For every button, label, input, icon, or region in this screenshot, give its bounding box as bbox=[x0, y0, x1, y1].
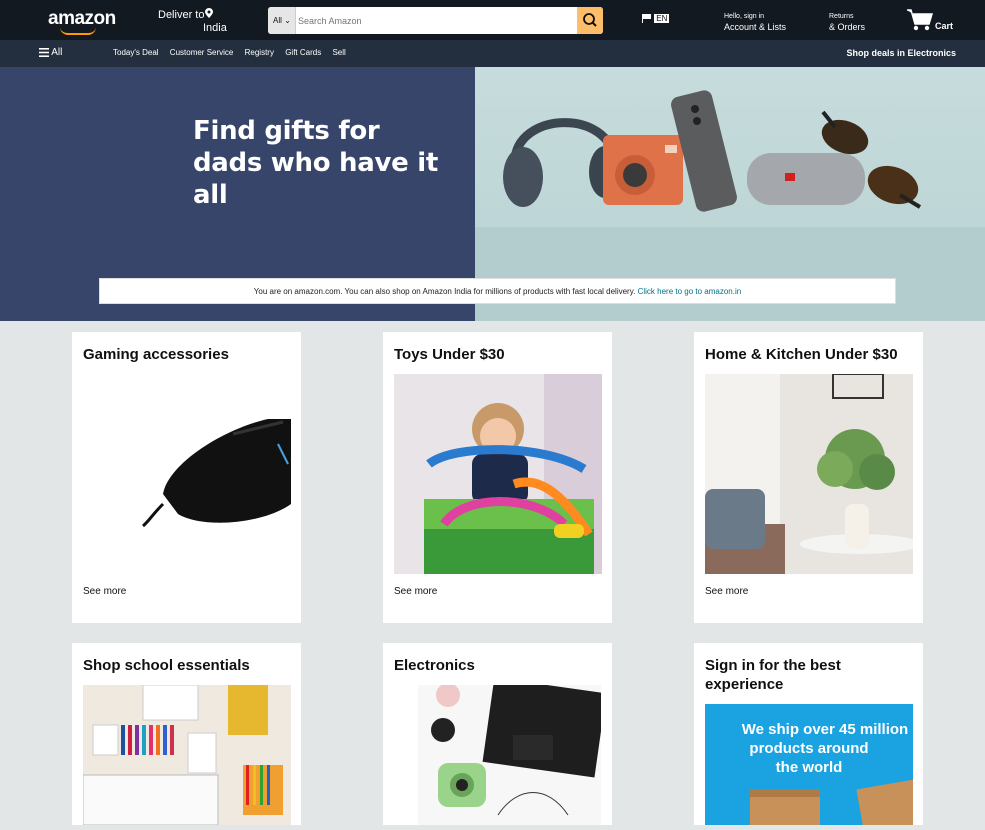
nav-deals-electronics[interactable]: Shop deals in Electronics bbox=[846, 48, 956, 58]
nav-bar: All Today's Deal Customer Service Regist… bbox=[0, 40, 985, 67]
school-supplies-illustration bbox=[82, 684, 291, 826]
deliver-to[interactable]: Deliver to India bbox=[158, 8, 227, 35]
shipping-promo-image[interactable]: We ship over 45 million products around … bbox=[705, 704, 913, 825]
card-home-kitchen-under-30[interactable]: Home & Kitchen Under $30 See more bbox=[694, 332, 923, 623]
see-more-link[interactable]: See more bbox=[83, 586, 126, 597]
nav-link-gift-cards[interactable]: Gift Cards bbox=[285, 48, 321, 57]
promo-line1: We ship over 45 million bbox=[741, 721, 909, 738]
gaming-mouse-image[interactable] bbox=[83, 374, 291, 574]
nav-links: Today's Deal Customer Service Registry G… bbox=[113, 48, 355, 57]
hero-title-line1: Find gifts for bbox=[193, 116, 380, 146]
hero-banner[interactable]: Find gifts for dads who have it all You … bbox=[0, 67, 985, 321]
location-pin-icon bbox=[205, 8, 214, 18]
returns-label: Returns bbox=[829, 13, 854, 20]
flag-icon bbox=[642, 14, 651, 24]
cart-icon bbox=[907, 9, 934, 31]
all-menu-label: All bbox=[51, 47, 63, 58]
promo-line3: the world bbox=[775, 759, 843, 776]
search-icon bbox=[583, 13, 597, 27]
school-supplies-image[interactable] bbox=[82, 684, 291, 826]
card-electronics[interactable]: Electronics bbox=[383, 643, 612, 825]
card-title: Home & Kitchen Under $30 bbox=[705, 346, 898, 363]
search-category-select[interactable]: All ⌄ bbox=[268, 7, 296, 34]
hero-title: Find gifts for dads who have it all bbox=[193, 115, 463, 211]
card-title: Shop school essentials bbox=[83, 657, 250, 674]
card-sign-in[interactable]: Sign in for the best experience We ship … bbox=[694, 643, 923, 825]
see-more-link[interactable]: See more bbox=[394, 586, 437, 597]
search-input[interactable] bbox=[297, 7, 577, 34]
logo-smile-icon bbox=[60, 27, 96, 35]
search-button[interactable] bbox=[577, 7, 603, 34]
amazon-india-notice: You are on amazon.com. You can also shop… bbox=[99, 278, 896, 304]
hamburger-icon bbox=[39, 47, 49, 57]
account-menu[interactable]: Hello, sign in Account & Lists bbox=[724, 12, 786, 32]
all-menu-button[interactable]: All bbox=[39, 47, 62, 58]
nav-link-todays-deal[interactable]: Today's Deal bbox=[113, 48, 159, 57]
nav-link-customer-service[interactable]: Customer Service bbox=[170, 48, 234, 57]
search-bar: All ⌄ bbox=[268, 7, 603, 34]
account-greeting: Hello, sign in bbox=[724, 13, 765, 20]
card-school-essentials[interactable]: Shop school essentials bbox=[72, 643, 301, 826]
account-lists-label: Account & Lists bbox=[724, 22, 787, 32]
orders-label: & Orders bbox=[829, 22, 866, 32]
card-title: Sign in for the best experience bbox=[705, 657, 841, 693]
cart-label: Cart bbox=[935, 21, 954, 31]
electronics-image[interactable] bbox=[418, 677, 607, 825]
card-gaming-accessories[interactable]: Gaming accessories See more bbox=[72, 332, 301, 623]
deliver-to-label: Deliver to bbox=[158, 9, 205, 21]
toys-image[interactable] bbox=[394, 374, 602, 574]
search-category-label: All bbox=[273, 16, 282, 25]
nav-link-registry[interactable]: Registry bbox=[245, 48, 274, 57]
amazon-in-link[interactable]: Click here to go to amazon.in bbox=[638, 287, 742, 296]
hero-title-line2: dads who have it all bbox=[193, 148, 438, 210]
notice-text: You are on amazon.com. You can also shop… bbox=[253, 287, 636, 296]
home-kitchen-image[interactable] bbox=[705, 373, 920, 574]
card-toys-under-30[interactable]: Toys Under $30 See more bbox=[383, 332, 612, 623]
laptop-camera-illustration bbox=[418, 677, 607, 825]
shipping-boxes-icon bbox=[750, 779, 913, 825]
language-code: EN bbox=[654, 14, 670, 24]
language-selector[interactable]: EN bbox=[642, 14, 670, 24]
plant-vase-illustration bbox=[705, 373, 920, 574]
gaming-mouse-illustration bbox=[83, 374, 291, 574]
promo-line2: products around bbox=[749, 740, 869, 757]
card-title: Toys Under $30 bbox=[394, 346, 505, 363]
promo-text: We ship over 45 million products around … bbox=[705, 720, 913, 777]
see-more-link[interactable]: See more bbox=[705, 586, 748, 597]
cart-button[interactable]: Cart bbox=[905, 8, 965, 32]
deliver-location: India bbox=[203, 22, 227, 34]
returns-orders[interactable]: Returns & Orders bbox=[829, 12, 865, 32]
child-playing-toys-illustration bbox=[394, 374, 602, 574]
chevron-down-icon: ⌄ bbox=[284, 16, 291, 25]
top-header: amazon Deliver to India All ⌄ EN Hello, … bbox=[0, 0, 985, 40]
card-title: Electronics bbox=[394, 657, 475, 674]
card-title: Gaming accessories bbox=[83, 346, 229, 363]
nav-link-sell[interactable]: Sell bbox=[332, 48, 345, 57]
